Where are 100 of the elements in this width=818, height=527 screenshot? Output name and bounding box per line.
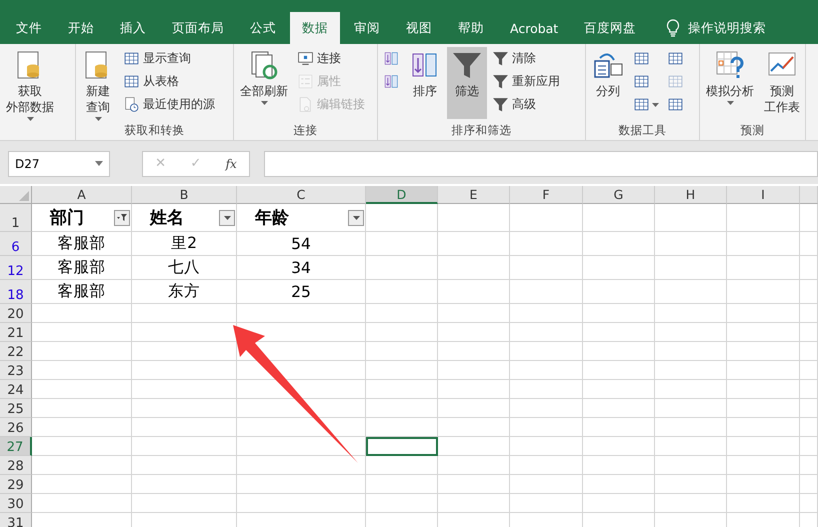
row-header[interactable]: 27	[0, 437, 32, 456]
caret-icon	[26, 117, 34, 121]
ribbon-tab[interactable]: 审阅	[342, 12, 392, 44]
ribbon-button[interactable]: 分列	[588, 47, 628, 119]
insert-function-button[interactable]: fx	[224, 156, 239, 170]
row-header[interactable]: 12	[0, 256, 32, 280]
name-box[interactable]: D27	[8, 150, 110, 176]
list-icon	[297, 72, 314, 90]
ribbon-button[interactable]: 清除	[489, 47, 563, 69]
ribbon-button[interactable]: 全部刷新	[236, 47, 292, 119]
cell-text: 里2	[171, 233, 197, 254]
table-cell	[366, 399, 438, 418]
row-header[interactable]: 1	[0, 204, 32, 232]
ribbon-tab[interactable]: 公式	[238, 12, 288, 44]
group-label: 连接	[292, 122, 318, 139]
monitor-icon	[297, 50, 314, 66]
row-header[interactable]: 28	[0, 456, 32, 475]
table-cell	[800, 342, 818, 361]
table-cell	[438, 418, 510, 437]
cell-text: 34	[291, 258, 311, 276]
column-header[interactable]: B	[132, 186, 237, 204]
table-cell	[583, 456, 655, 475]
active-cell[interactable]	[366, 437, 438, 456]
lightbulb-icon	[666, 19, 680, 37]
column-header[interactable]: I	[727, 186, 800, 204]
caret-icon	[95, 161, 103, 166]
row-header[interactable]: 22	[0, 342, 32, 361]
column-header[interactable]: E	[438, 186, 510, 204]
cell-text: 客服部	[58, 281, 106, 302]
ribbon-tab[interactable]: 视图	[394, 12, 444, 44]
table-cell	[583, 361, 655, 380]
row-header[interactable]: 23	[0, 361, 32, 380]
ribbon-tab[interactable]: 百度网盘	[572, 12, 648, 44]
filter-button[interactable]	[219, 210, 235, 226]
table-cell	[800, 418, 818, 437]
ribbon-tab[interactable]: 页面布局	[160, 12, 236, 44]
column-header[interactable]: H	[655, 186, 727, 204]
table-cell	[583, 280, 655, 304]
row-header[interactable]: 25	[0, 399, 32, 418]
column-header[interactable]: F	[510, 186, 583, 204]
ribbon-tab[interactable]: 文件	[4, 12, 54, 44]
clock-icon	[123, 96, 140, 112]
table-cell	[583, 494, 655, 513]
column-header[interactable]: A	[32, 186, 132, 204]
cell-text: 七八	[168, 257, 200, 278]
table-cell	[800, 280, 818, 304]
table-cell	[438, 361, 510, 380]
table-cell	[583, 204, 655, 232]
tell-me-search[interactable]: 操作说明搜索	[662, 12, 770, 44]
cell-text: 54	[291, 234, 311, 252]
caret-icon	[94, 117, 102, 121]
caret-icon	[726, 101, 734, 105]
funnel-icon	[492, 50, 509, 66]
ribbon-button[interactable]: 模拟分析	[702, 47, 758, 119]
ribbon-tab[interactable]: 开始	[56, 12, 106, 44]
table-cell	[655, 361, 727, 380]
filter-button[interactable]	[114, 210, 130, 226]
ribbon-button[interactable]: 新建 查询	[78, 47, 118, 119]
ribbon-tab[interactable]: 数据	[290, 12, 340, 44]
triangle-icon	[19, 191, 29, 201]
table-cell	[583, 323, 655, 342]
row-header[interactable]: 24	[0, 380, 32, 399]
ribbon-button[interactable]: 最近使用的源	[120, 93, 218, 115]
ribbon-tab[interactable]: Acrobat	[498, 12, 570, 44]
formula-input-field[interactable]	[264, 150, 818, 176]
table-cell	[366, 380, 438, 399]
funnel-icon	[492, 96, 509, 112]
ribbon-button[interactable]: 显示查询	[120, 47, 218, 69]
ribbon-button[interactable]: 筛选	[447, 47, 487, 119]
ribbon-tab[interactable]: 插入	[108, 12, 158, 44]
table-cell	[583, 399, 655, 418]
row-header[interactable]: 31	[0, 513, 32, 527]
column-header[interactable]: C	[237, 186, 366, 204]
table-cell	[800, 456, 818, 475]
column-header[interactable]: D	[366, 186, 438, 204]
row-header[interactable]: 20	[0, 304, 32, 323]
row-header[interactable]: 30	[0, 494, 32, 513]
ribbon-button[interactable]: 重新应用	[489, 70, 563, 92]
table-cell	[655, 323, 727, 342]
table-cell	[800, 361, 818, 380]
ribbon-button[interactable]: 从表格	[120, 70, 218, 92]
table-cell	[800, 380, 818, 399]
filter-button[interactable]	[348, 210, 364, 226]
ribbon-tab[interactable]: 帮助	[446, 12, 496, 44]
ribbon-button[interactable]: 预测 工作表	[760, 47, 804, 119]
column-header[interactable]: G	[583, 186, 655, 204]
row-header[interactable]: 6	[0, 232, 32, 256]
table-cell	[655, 475, 727, 494]
table-cell	[583, 342, 655, 361]
table-cell	[800, 256, 818, 280]
ribbon-button[interactable]: 获取 外部数据	[2, 47, 58, 119]
row-header[interactable]: 18	[0, 280, 32, 304]
row-header[interactable]: 26	[0, 418, 32, 437]
row-header[interactable]: 21	[0, 323, 32, 342]
ribbon-button[interactable]: 连接	[294, 47, 368, 69]
table-cell	[800, 204, 818, 232]
table-cell	[800, 399, 818, 418]
row-header[interactable]: 29	[0, 475, 32, 494]
ribbon-button[interactable]: 排序	[405, 47, 445, 119]
ribbon-button[interactable]: 高级	[489, 93, 563, 115]
